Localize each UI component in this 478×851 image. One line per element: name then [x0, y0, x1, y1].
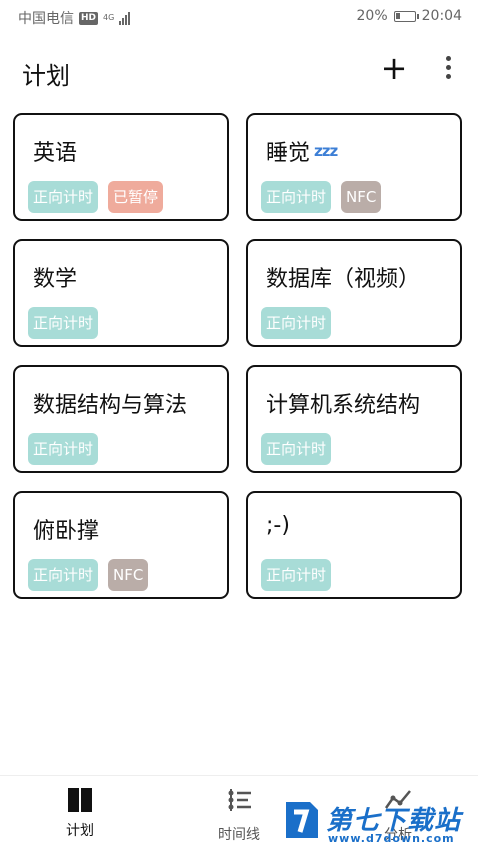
- watermark-url: www.d7down.com: [328, 832, 455, 845]
- nav-plan[interactable]: 计划: [35, 788, 125, 840]
- nav-timeline[interactable]: 时间线: [194, 788, 284, 844]
- plan-name: ;-): [266, 513, 290, 538]
- plan-card[interactable]: 俯卧撑 正向计时 NFC: [13, 491, 229, 599]
- add-plan-button[interactable]: +: [378, 50, 410, 86]
- tag-forward-timer: 正向计时: [28, 307, 99, 339]
- plan-name: 数据库（视频）: [266, 267, 421, 292]
- plan-name: 睡觉 zᴢz: [266, 135, 338, 167]
- tag-paused: 已暂停: [108, 181, 164, 213]
- plan-card[interactable]: 计算机系统结构 正向计时: [246, 365, 462, 473]
- tag-forward-timer: 正向计时: [28, 181, 99, 213]
- plan-card[interactable]: 数学 正向计时: [13, 239, 229, 347]
- tag-forward-timer: 正向计时: [261, 559, 332, 591]
- plan-card[interactable]: 数据结构与算法 正向计时: [13, 365, 229, 473]
- nav-plan-label: 计划: [66, 823, 94, 839]
- battery-icon: [393, 10, 419, 22]
- watermark-logo: [286, 802, 318, 838]
- plan-card[interactable]: 英语 正向计时 已暂停: [13, 113, 229, 221]
- plan-name: 数学: [33, 267, 78, 292]
- plan-name: 俯卧撑: [33, 519, 100, 544]
- plan-name-text: 睡觉: [266, 141, 311, 166]
- signal-icon: [119, 11, 131, 25]
- tag-forward-timer: 正向计时: [261, 181, 332, 213]
- tag-nfc: NFC: [341, 181, 382, 213]
- tag-forward-timer: 正向计时: [28, 433, 99, 465]
- more-menu-icon[interactable]: [440, 56, 456, 84]
- tag-nfc: NFC: [108, 559, 149, 591]
- plan-name: 数据结构与算法: [33, 393, 188, 418]
- hd-icon: HD: [79, 11, 99, 25]
- clock: 20:04: [421, 8, 462, 24]
- plan-name: 计算机系统结构: [266, 393, 421, 418]
- watermark: 第七下载站 www.d7down.com: [282, 796, 472, 848]
- carrier-label: 中国电信: [18, 11, 74, 27]
- plan-card[interactable]: 睡觉 zᴢz 正向计时 NFC: [246, 113, 462, 221]
- plan-card[interactable]: 数据库（视频） 正向计时: [246, 239, 462, 347]
- battery-percent: 20%: [356, 8, 388, 24]
- plan-name: 英语: [33, 141, 78, 166]
- nav-timeline-label: 时间线: [218, 827, 260, 843]
- timeline-icon: [228, 789, 251, 811]
- page-title: 计划: [22, 62, 70, 90]
- tag-forward-timer: 正向计时: [261, 307, 332, 339]
- network-label: 4G: [103, 13, 115, 22]
- app-header: 计划 +: [0, 42, 478, 98]
- sleep-zzz-icon: zᴢz: [314, 142, 338, 160]
- plan-card[interactable]: ;-) 正向计时: [246, 491, 462, 599]
- tag-forward-timer: 正向计时: [28, 559, 99, 591]
- status-bar: 中国电信 HD 4G 20% 20:04: [0, 0, 478, 34]
- tag-forward-timer: 正向计时: [261, 433, 332, 465]
- dashboard-icon: [68, 788, 92, 812]
